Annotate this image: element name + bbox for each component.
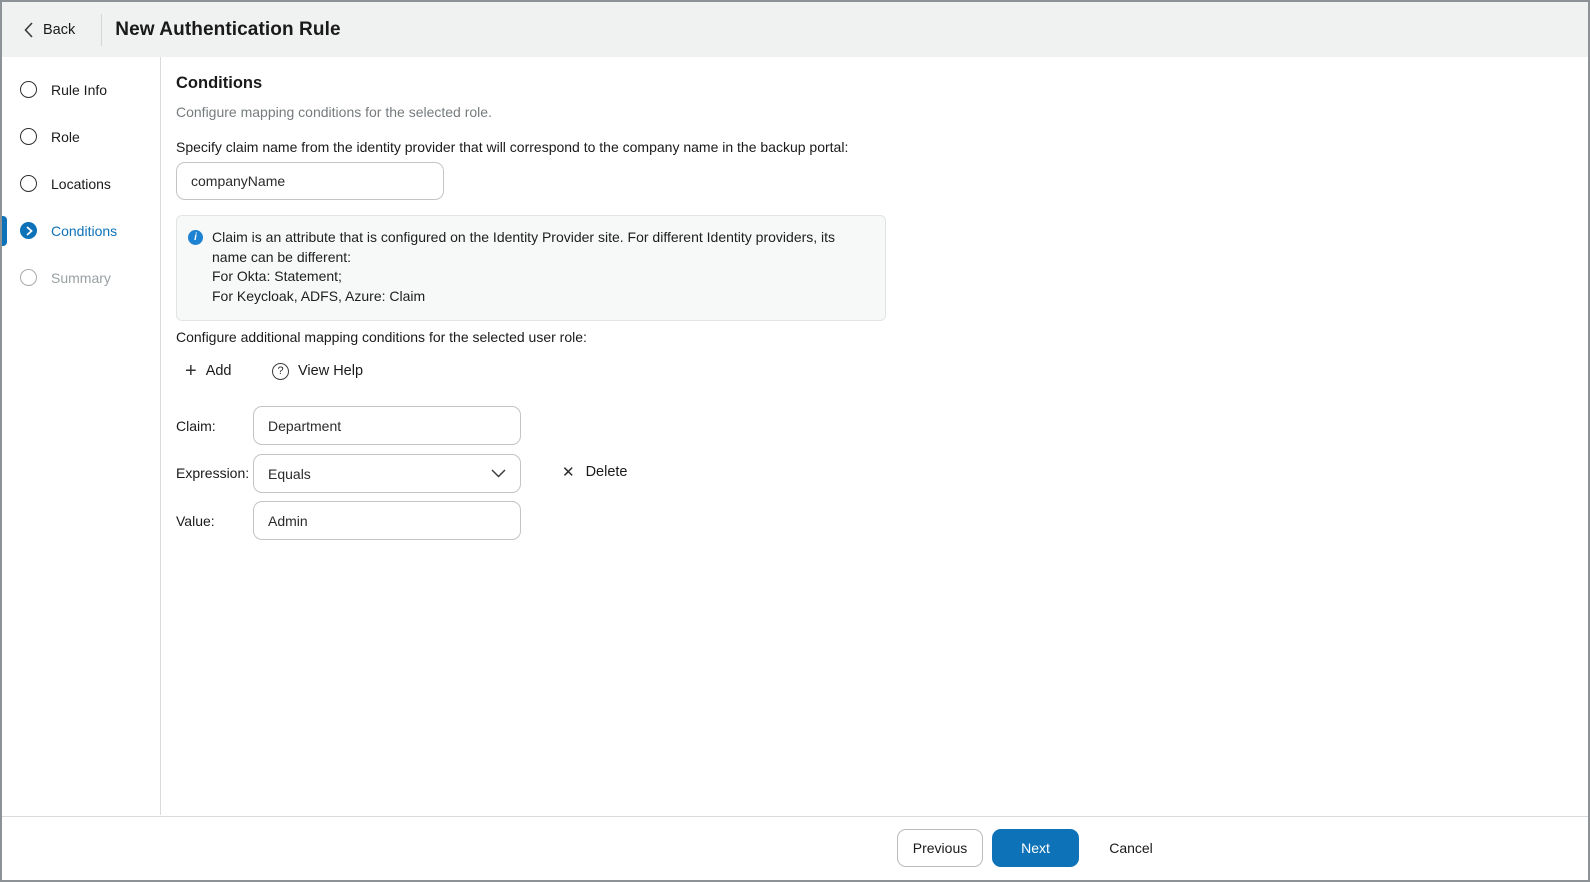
value-label: Value: xyxy=(176,513,215,529)
additional-conditions-label: Configure additional mapping conditions … xyxy=(176,329,587,345)
next-button[interactable]: Next xyxy=(992,829,1079,867)
step-summary: Summary xyxy=(2,254,160,301)
back-chevron-icon xyxy=(24,22,33,38)
claim-input[interactable] xyxy=(253,406,521,445)
question-circle-icon: ? xyxy=(272,363,289,380)
header-divider xyxy=(101,14,102,46)
previous-button[interactable]: Previous xyxy=(897,829,983,867)
company-claim-name-input[interactable] xyxy=(176,162,444,200)
note-line: For Keycloak, ADFS, Azure: Claim xyxy=(212,287,863,307)
step-locations[interactable]: Locations xyxy=(2,160,160,207)
step-circle-icon xyxy=(20,269,37,286)
cancel-button[interactable]: Cancel xyxy=(1102,829,1160,867)
info-icon: i xyxy=(188,230,203,245)
wizard-footer: Previous Next Cancel xyxy=(2,816,1588,880)
active-step-indicator xyxy=(2,216,7,246)
step-label: Summary xyxy=(51,270,111,286)
new-authentication-rule-wizard: Back New Authentication Rule Rule Info R… xyxy=(0,0,1590,882)
step-label: Rule Info xyxy=(51,82,107,98)
claim-info-note: i Claim is an attribute that is configur… xyxy=(176,215,886,321)
view-help-button[interactable]: ? View Help xyxy=(272,360,363,382)
x-icon: ✕ xyxy=(562,463,575,481)
step-circle-icon xyxy=(20,81,37,98)
claim-name-label: Specify claim name from the identity pro… xyxy=(176,139,848,155)
claim-label: Claim: xyxy=(176,418,216,434)
back-label: Back xyxy=(43,22,75,38)
step-label: Conditions xyxy=(51,223,117,239)
step-circle-icon xyxy=(20,175,37,192)
back-button[interactable]: Back xyxy=(24,22,75,38)
step-role[interactable]: Role xyxy=(2,113,160,160)
add-label: Add xyxy=(206,363,232,379)
expression-label: Expression: xyxy=(176,465,249,481)
plus-icon: + xyxy=(185,362,197,380)
step-circle-icon xyxy=(20,128,37,145)
expression-select[interactable]: Equals xyxy=(253,454,521,493)
note-line: For Okta: Statement; xyxy=(212,267,863,287)
step-conditions[interactable]: Conditions xyxy=(2,207,160,254)
note-line: Claim is an attribute that is configured… xyxy=(212,228,863,267)
step-rule-info[interactable]: Rule Info xyxy=(2,66,160,113)
wizard-header: Back New Authentication Rule xyxy=(2,2,1588,57)
section-title: Conditions xyxy=(176,74,262,93)
chevron-down-icon xyxy=(491,469,506,478)
delete-condition-button[interactable]: ✕ Delete xyxy=(562,463,628,481)
section-subtitle: Configure mapping conditions for the sel… xyxy=(176,104,492,120)
page-title: New Authentication Rule xyxy=(115,19,340,41)
step-active-chevron-icon xyxy=(20,222,37,239)
add-condition-button[interactable]: + Add xyxy=(185,360,232,382)
expression-selected-value: Equals xyxy=(268,466,311,482)
delete-label: Delete xyxy=(586,464,628,480)
step-label: Role xyxy=(51,129,80,145)
view-help-label: View Help xyxy=(298,363,363,379)
value-input[interactable] xyxy=(253,501,521,540)
wizard-steps-sidebar: Rule Info Role Locations Conditions Summ… xyxy=(2,57,161,815)
step-label: Locations xyxy=(51,176,111,192)
